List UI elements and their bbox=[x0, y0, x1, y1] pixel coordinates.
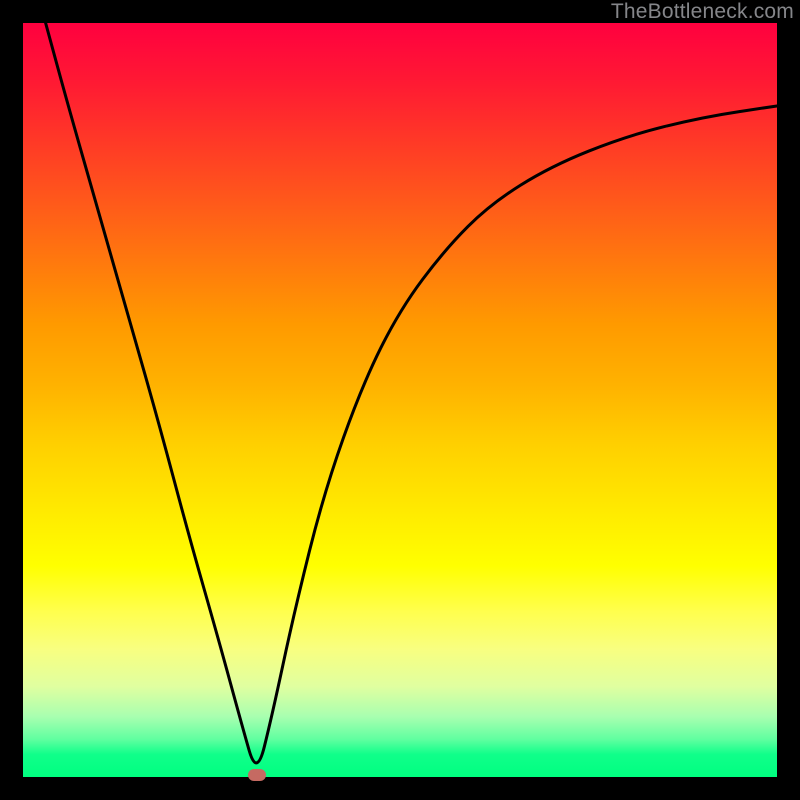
curve-svg bbox=[23, 23, 777, 777]
chart-curve bbox=[46, 23, 777, 763]
min-marker bbox=[248, 769, 266, 781]
watermark-text: TheBottleneck.com bbox=[611, 0, 794, 24]
chart-frame: TheBottleneck.com bbox=[0, 0, 800, 800]
chart-plot-area bbox=[23, 23, 777, 777]
